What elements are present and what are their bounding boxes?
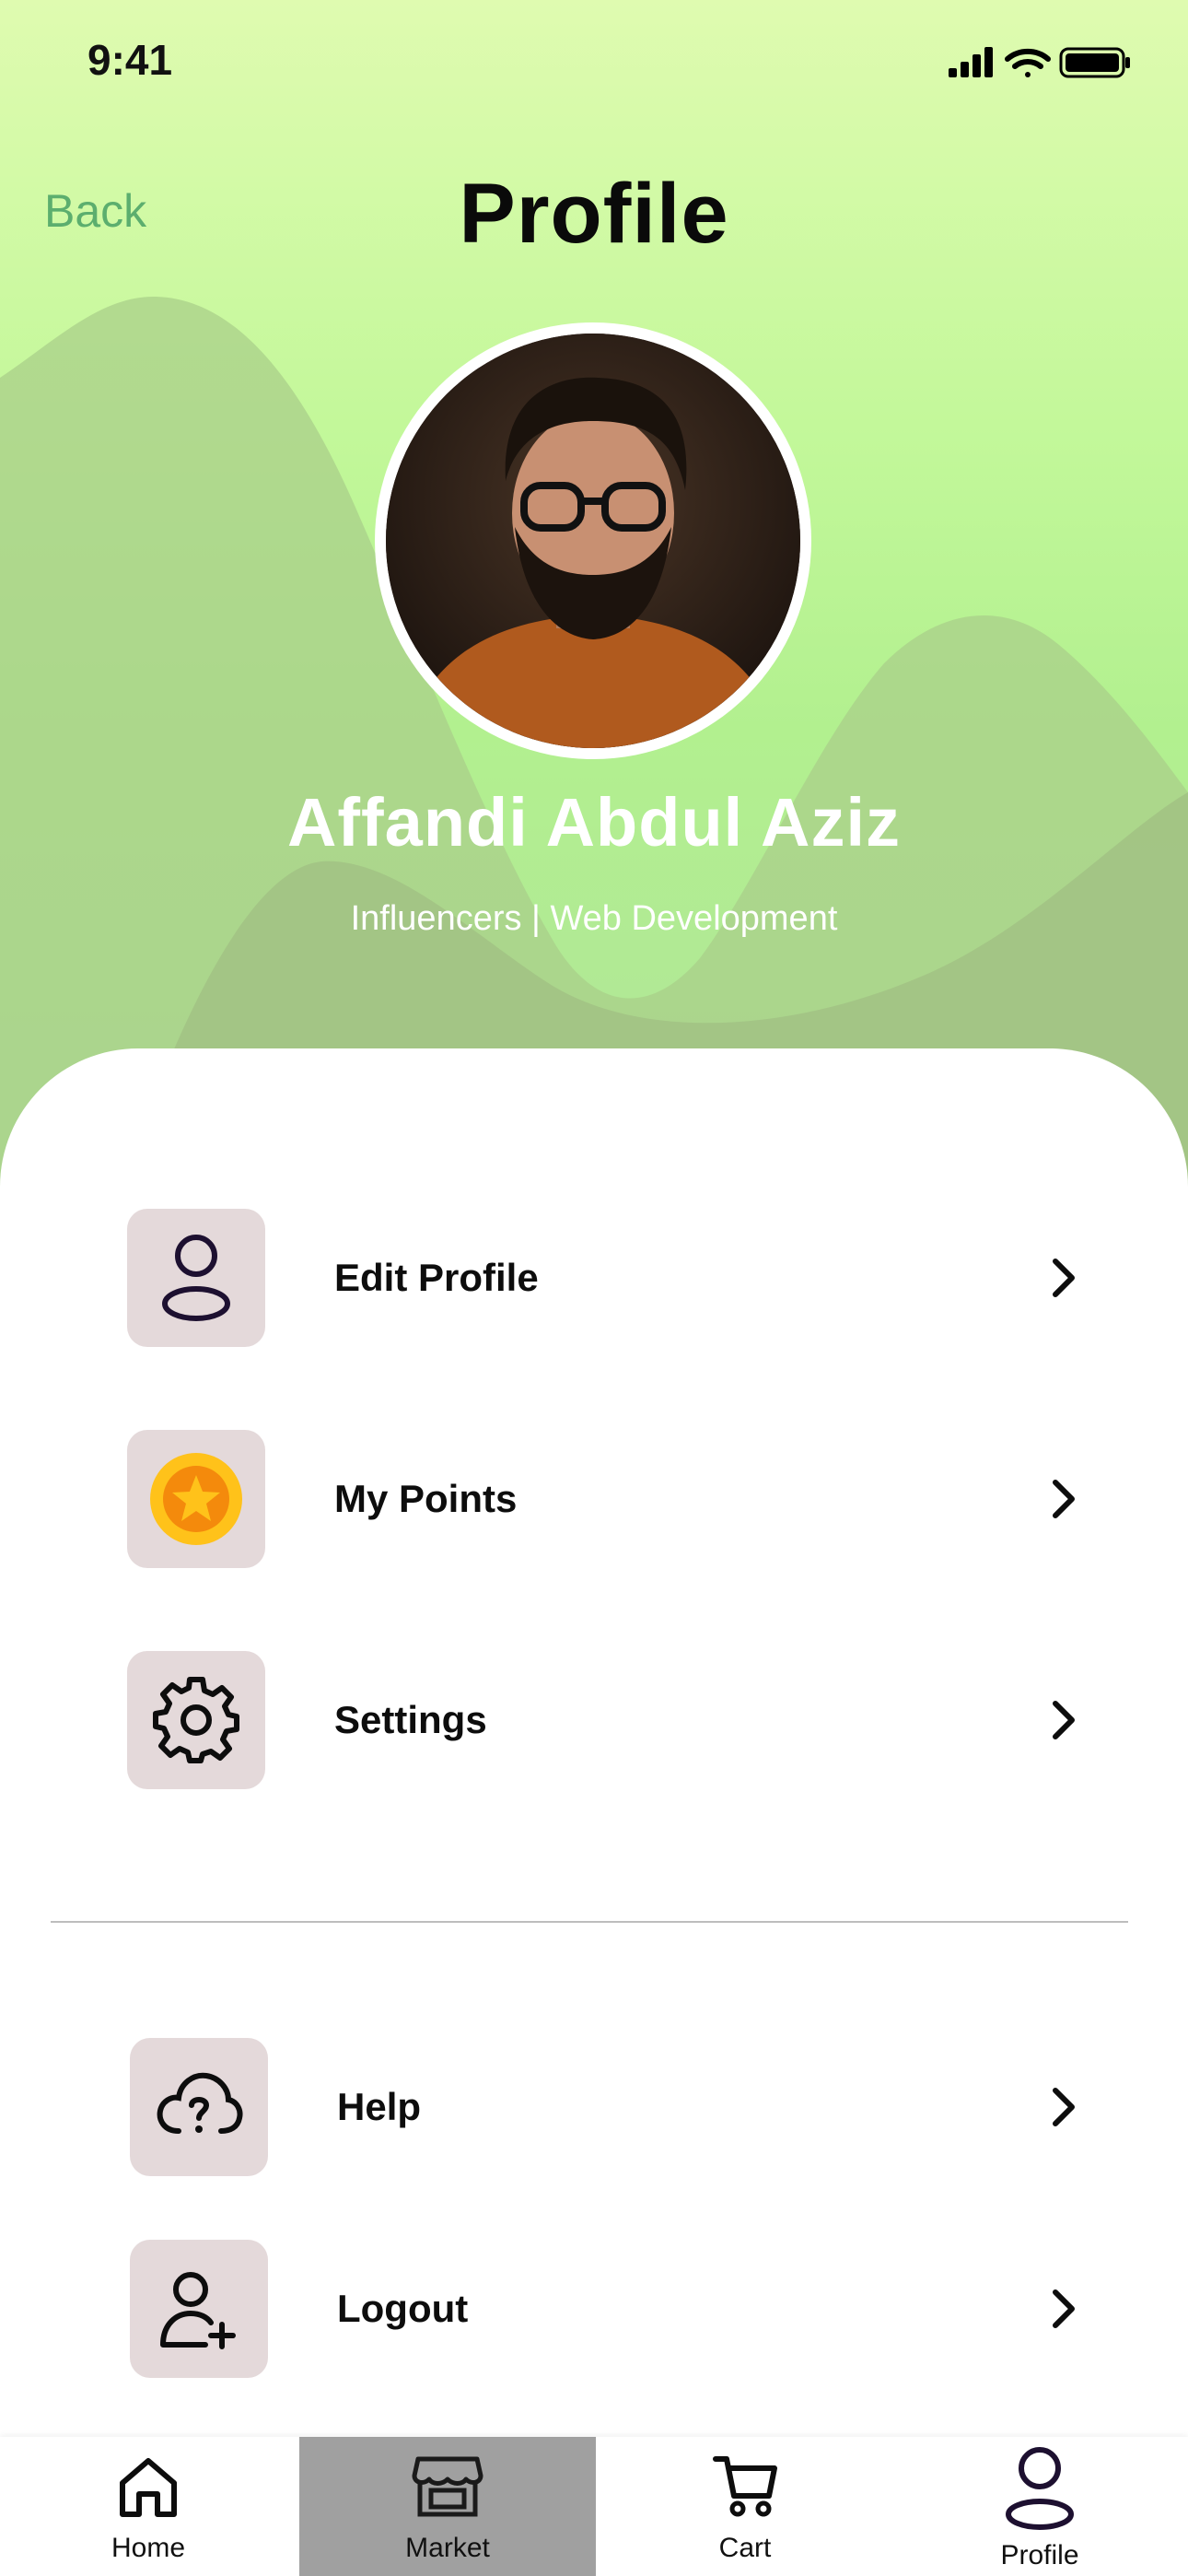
cloud-question-icon: [130, 2038, 268, 2176]
menu-label: Edit Profile: [334, 1256, 539, 1299]
chevron-right-icon: [1050, 1209, 1087, 1347]
menu-item-edit-profile[interactable]: Edit Profile: [0, 1209, 1188, 1356]
wifi-icon: [1005, 48, 1051, 77]
chevron-right-icon: [1050, 2038, 1087, 2176]
menu-item-logout[interactable]: Logout: [0, 2240, 1188, 2387]
chevron-right-icon: [1050, 2240, 1087, 2378]
store-icon: [299, 2453, 596, 2520]
user-icon: [891, 2444, 1188, 2533]
avatar-photo: [386, 334, 800, 748]
tab-cart[interactable]: Cart: [597, 2437, 893, 2576]
menu-label: My Points: [334, 1477, 518, 1520]
profile-screen: 9:41 Back Profile Affandi Abdul Aziz Inf…: [0, 0, 1188, 2576]
tab-label: Profile: [1000, 2540, 1079, 2570]
status-time: 9:41: [87, 36, 173, 84]
menu-label: Settings: [334, 1698, 487, 1741]
star-coin-icon: [127, 1430, 265, 1568]
user-name: Affandi Abdul Aziz: [286, 784, 902, 861]
menu-label: Logout: [337, 2287, 469, 2330]
chevron-right-icon: [1050, 1651, 1087, 1789]
menu-divider: [51, 1921, 1128, 1923]
menu-item-help[interactable]: Help: [0, 2038, 1188, 2185]
tab-home[interactable]: Home: [0, 2437, 297, 2576]
menu-item-settings[interactable]: Settings: [0, 1651, 1188, 1798]
user-icon: [127, 1209, 265, 1347]
user-add-icon: [130, 2240, 268, 2378]
status-bar: 9:41: [0, 0, 1188, 129]
user-role: Influencers | Web Development: [350, 899, 838, 938]
gear-icon: [127, 1651, 265, 1789]
bottom-tab-bar: Home Market Cart Profile: [0, 2437, 1188, 2576]
tab-label: Market: [405, 2533, 490, 2563]
menu-item-my-points[interactable]: My Points: [0, 1430, 1188, 1577]
page-title: Profile: [459, 167, 729, 261]
battery-icon: [1059, 47, 1130, 78]
tab-market[interactable]: Market: [299, 2437, 596, 2576]
status-icons: [949, 44, 1133, 86]
tab-label: Home: [111, 2533, 186, 2563]
chevron-right-icon: [1050, 1430, 1087, 1568]
cart-icon: [597, 2453, 893, 2520]
signal-icon: [949, 47, 993, 77]
tab-profile[interactable]: Profile: [891, 2437, 1188, 2576]
tab-label: Cart: [718, 2533, 772, 2563]
menu-label: Help: [337, 2085, 422, 2128]
home-icon: [0, 2453, 297, 2520]
avatar[interactable]: [375, 322, 811, 759]
